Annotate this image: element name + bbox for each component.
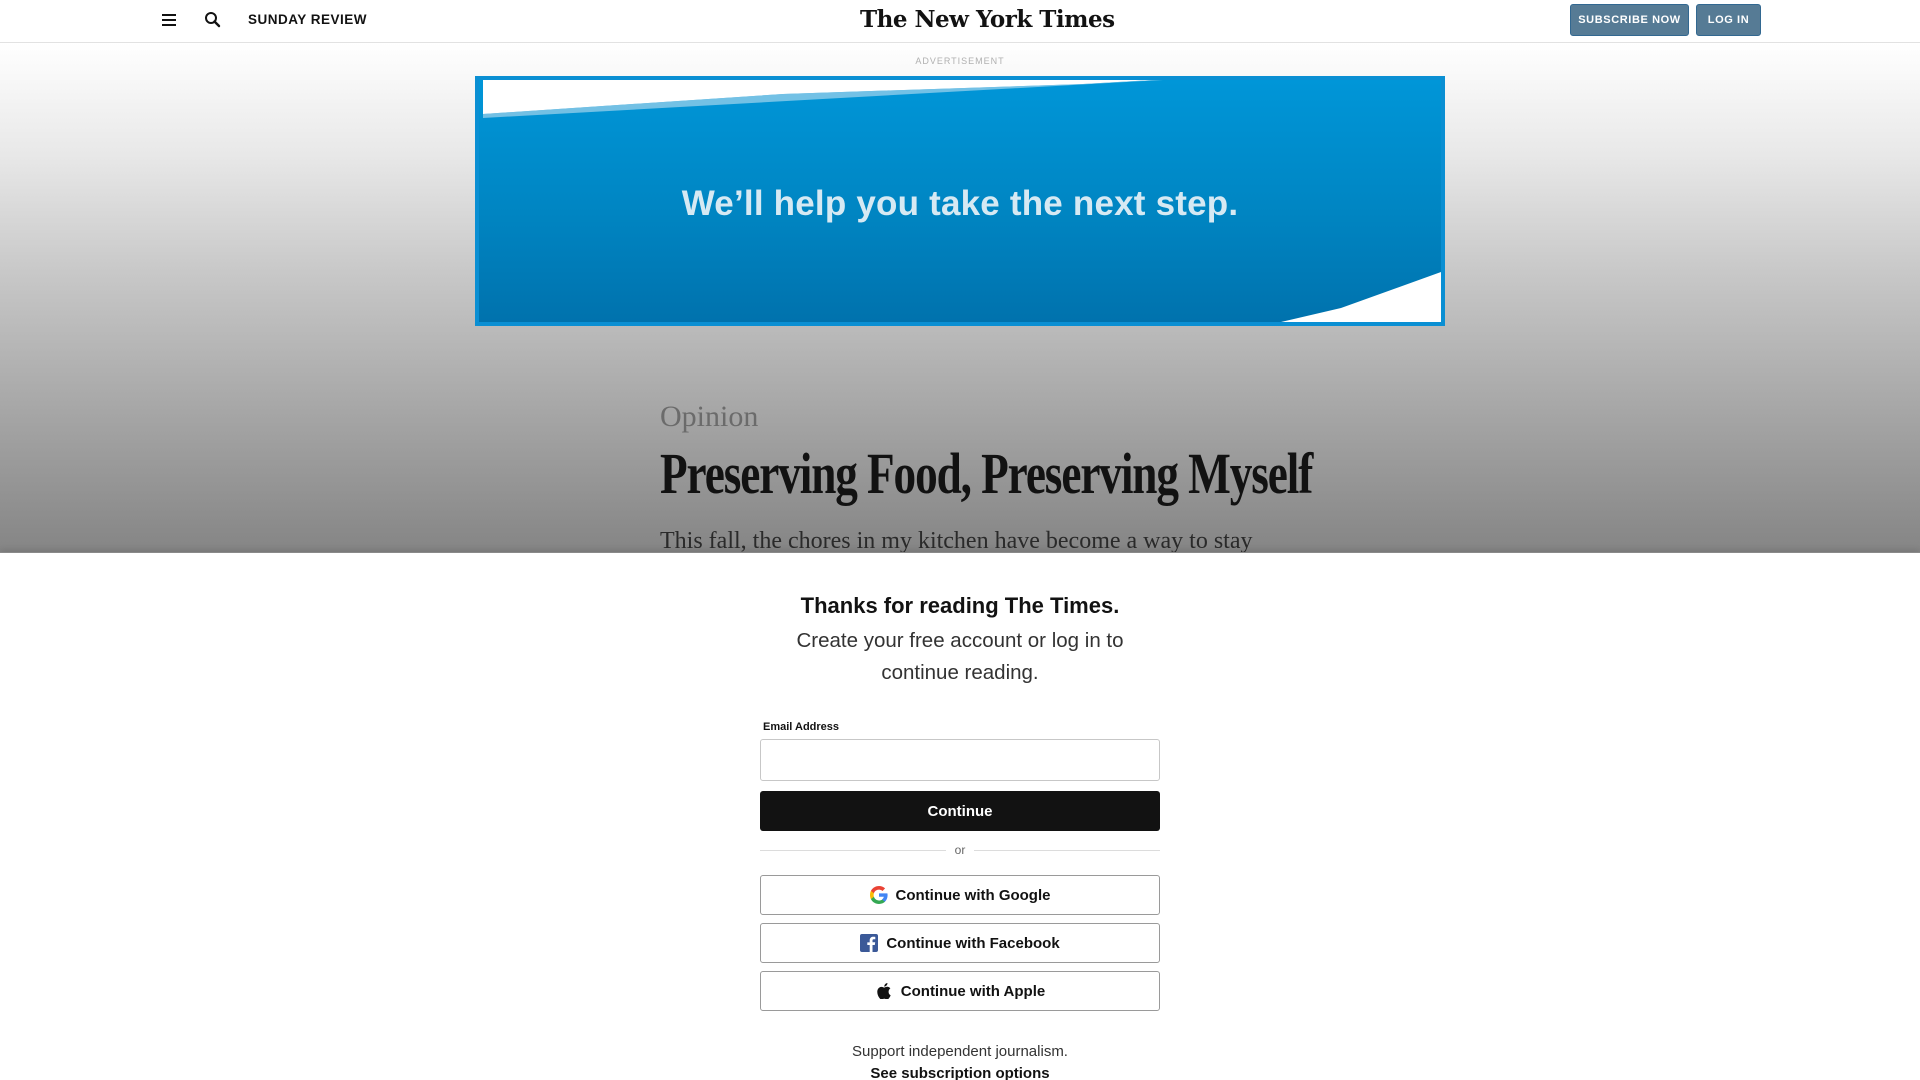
- email-field-label: Email Address: [763, 721, 840, 733]
- paywall-title: Thanks for reading The Times.: [800, 593, 1120, 618]
- continue-with-apple-button[interactable]: Continue with Apple: [760, 971, 1160, 1011]
- apple-button-label: Continue with Apple: [900, 982, 1046, 1000]
- google-icon: [869, 886, 888, 904]
- hamburger-menu-icon[interactable]: [161, 13, 179, 27]
- section-name-link[interactable]: SUNDAY REVIEW: [248, 12, 367, 27]
- registration-wall: Thanks for reading The Times. Create you…: [0, 552, 1920, 1080]
- ad-decoration-corner: [1281, 272, 1441, 322]
- advertisement-banner[interactable]: We’ll help you take the next step.: [475, 76, 1445, 326]
- continue-with-google-button[interactable]: Continue with Google: [760, 875, 1160, 915]
- apple-icon: [875, 982, 893, 1000]
- subscribe-now-button[interactable]: SUBSCRIBE NOW: [1570, 4, 1689, 36]
- article-summary: This fall, the chores in my kitchen have…: [660, 528, 1253, 554]
- article-headline: Preserving Food, Preserving Myself: [660, 441, 1313, 506]
- continue-with-facebook-button[interactable]: Continue with Facebook: [760, 923, 1160, 963]
- subscription-options-link[interactable]: See subscription options: [0, 1065, 1920, 1080]
- top-navigation-bar: SUNDAY REVIEW The New York Times SUBSCRI…: [0, 0, 1920, 43]
- facebook-button-label: Continue with Facebook: [886, 934, 1060, 952]
- facebook-icon: [860, 934, 879, 952]
- log-in-button[interactable]: LOG IN: [1696, 4, 1761, 36]
- advertisement-label: ADVERTISEMENT: [915, 56, 1005, 66]
- nyt-logo[interactable]: The New York Times: [860, 6, 1115, 33]
- search-icon[interactable]: [203, 10, 223, 30]
- email-field[interactable]: [760, 739, 1160, 781]
- google-button-label: Continue with Google: [895, 886, 1051, 904]
- paywall-subtitle: Create your free account or log in to co…: [796, 629, 1124, 684]
- ad-decoration-top: [483, 80, 1163, 118]
- continue-button[interactable]: Continue: [760, 791, 1160, 831]
- or-divider: or: [760, 843, 1160, 857]
- support-text: Support independent journalism.: [852, 1043, 1068, 1060]
- article-kicker: Opinion: [660, 400, 759, 433]
- ad-headline: We’ll help you take the next step.: [681, 184, 1239, 223]
